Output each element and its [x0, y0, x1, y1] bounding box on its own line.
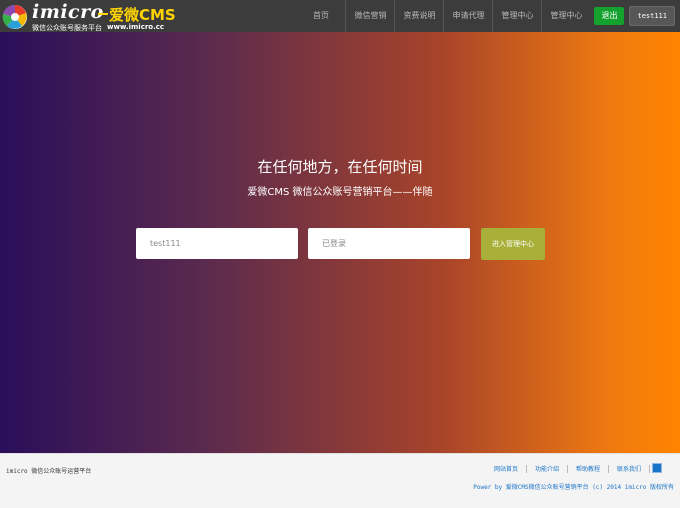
- footer-links: 网站首页 功能介绍 帮助教程 联系我们: [486, 464, 650, 473]
- logout-button[interactable]: 退出: [594, 7, 625, 25]
- footer-divider: [649, 464, 650, 473]
- footer-link-home[interactable]: 网站首页: [486, 464, 526, 473]
- main-nav: 首页 微信营销 资费说明 申请代理 管理中心 管理中心 退出 test111: [296, 0, 680, 32]
- logo-url: www.imicro.cc: [107, 23, 165, 31]
- page-footer: imicro 微信公众账号运营平台 网站首页 功能介绍 帮助教程 联系我们 Po…: [0, 453, 680, 508]
- footer-copyright: Power by 爱微CMS微信公众账号营销平台 (c) 2014 imicro…: [473, 484, 674, 491]
- nav-management-center-2[interactable]: 管理中心: [541, 0, 590, 32]
- hero-subtitle: 爱微CMS 微信公众账号营销平台——伴随: [247, 187, 433, 198]
- logo-emblem-icon: [2, 4, 27, 29]
- site-logo[interactable]: imicro 爱微CMS 微信公众账号服务平台 www.imicro.cc: [2, 1, 176, 32]
- logo-divider: [98, 13, 108, 15]
- logo-brand: 爱微CMS: [109, 6, 176, 24]
- footer-link-contact[interactable]: 联系我们: [609, 464, 649, 473]
- hero-title: 在任何地方，在任何时间: [257, 158, 423, 176]
- nav-apply-agent[interactable]: 申请代理: [443, 0, 492, 32]
- user-account-button[interactable]: test111: [629, 6, 675, 26]
- password-input[interactable]: 已登录: [308, 228, 470, 259]
- nav-wechat-marketing[interactable]: 微信营销: [345, 0, 394, 32]
- top-header: imicro 爱微CMS 微信公众账号服务平台 www.imicro.cc 首页…: [0, 0, 680, 32]
- nav-management-center[interactable]: 管理中心: [492, 0, 541, 32]
- username-input[interactable]: test111: [136, 228, 298, 259]
- footer-link-help[interactable]: 帮助教程: [568, 464, 608, 473]
- nav-pricing[interactable]: 资费说明: [394, 0, 443, 32]
- footer-site-name: imicro 微信公众账号运营平台: [6, 468, 92, 475]
- nav-home[interactable]: 首页: [296, 0, 345, 32]
- enter-management-button[interactable]: 进入管理中心: [481, 228, 545, 260]
- hero-section: 在任何地方，在任何时间 爱微CMS 微信公众账号营销平台——伴随 test111…: [0, 32, 680, 453]
- logo-wordmark: imicro: [32, 1, 104, 23]
- footer-link-features[interactable]: 功能介绍: [527, 464, 567, 473]
- footer-badge-icon[interactable]: [652, 463, 662, 473]
